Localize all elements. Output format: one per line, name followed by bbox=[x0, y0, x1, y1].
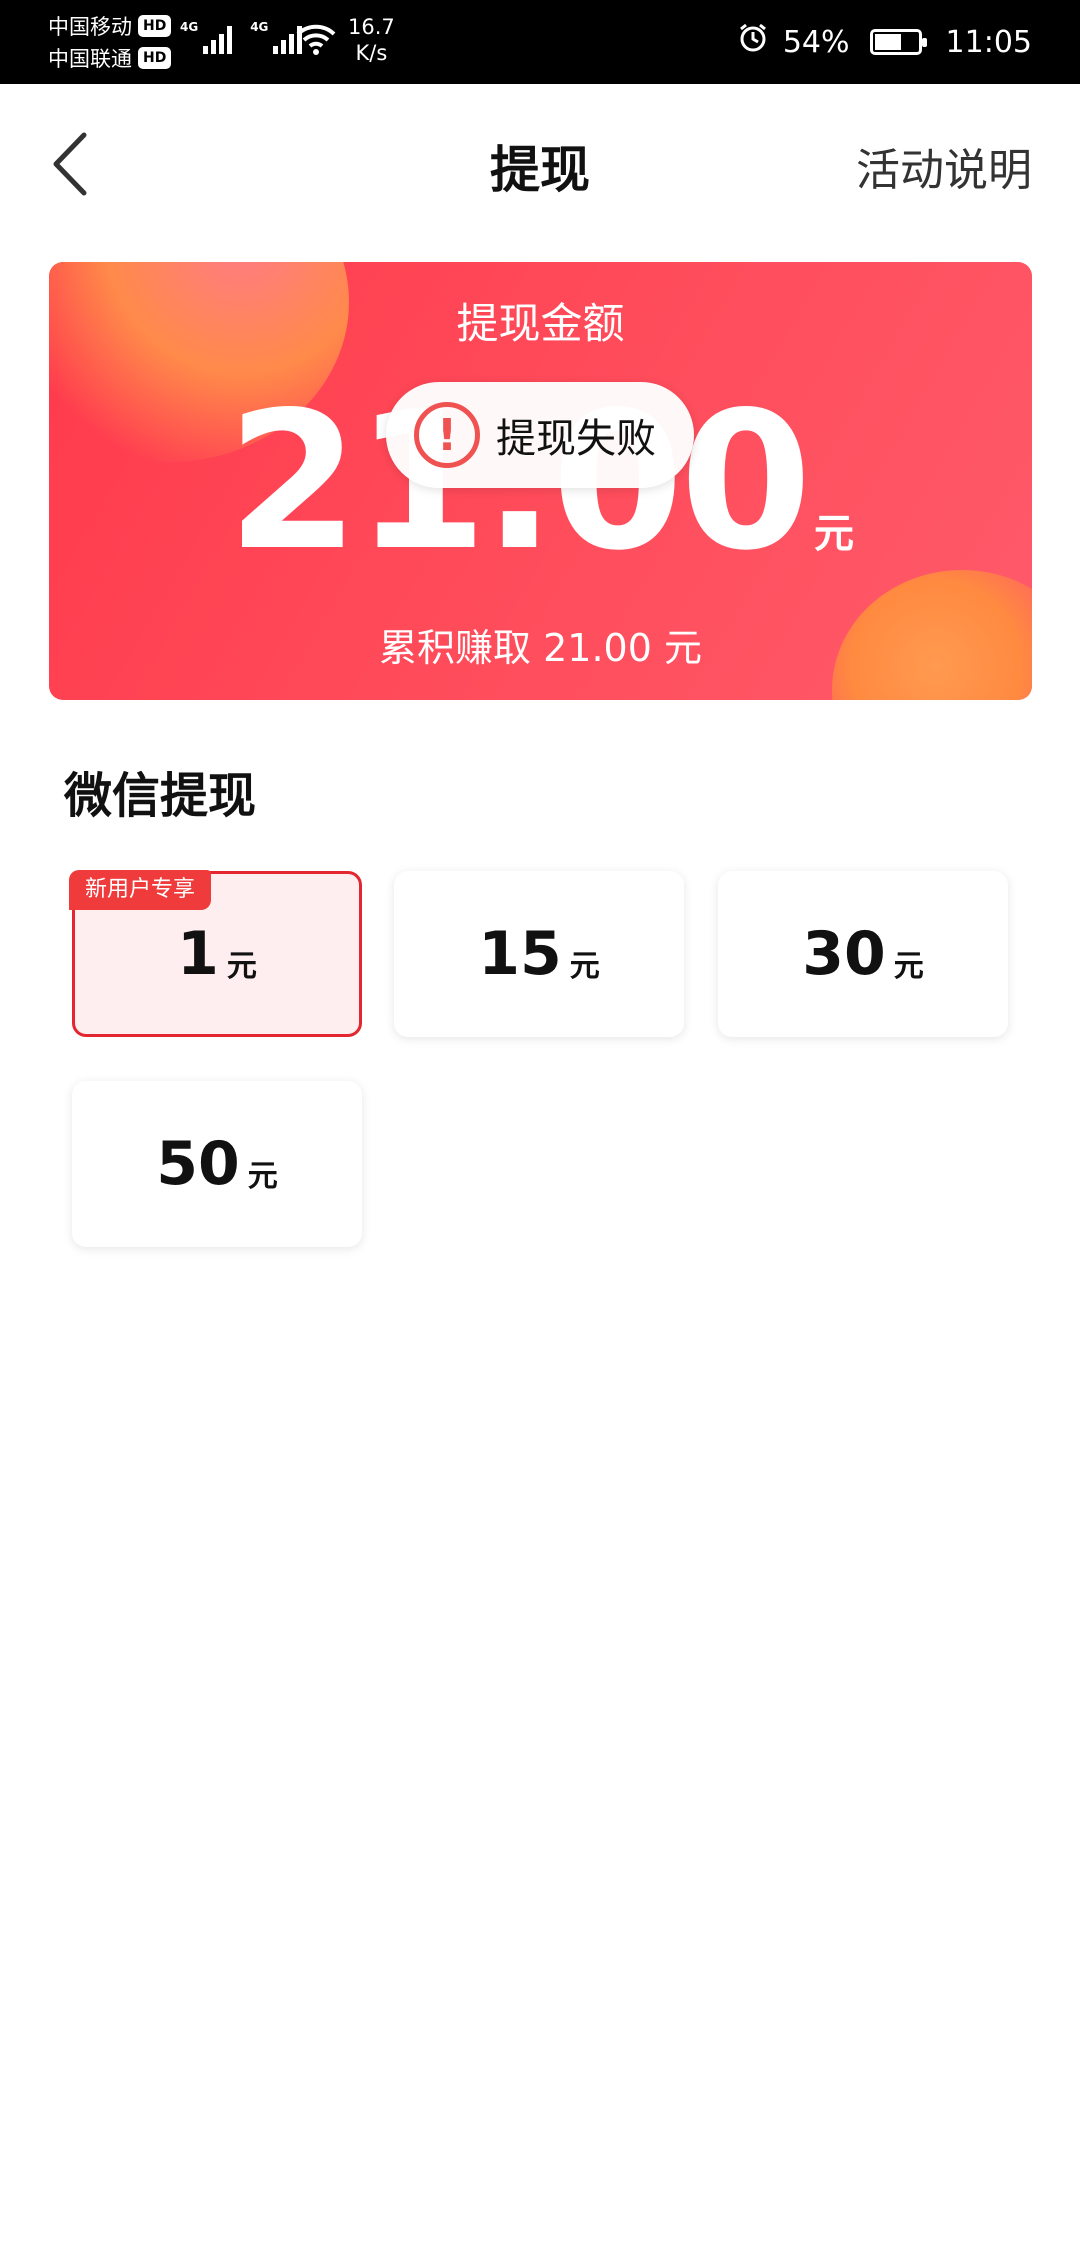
amount-option-30[interactable]: 30 元 bbox=[718, 871, 1008, 1037]
error-toast: ! 提现失败 bbox=[386, 382, 694, 488]
hd-badge: HD bbox=[138, 47, 172, 69]
amount-label: 提现金额 bbox=[456, 299, 625, 348]
amount-unit: 元 bbox=[814, 511, 854, 557]
option-value: 50 bbox=[156, 1129, 240, 1199]
clock: 11:05 bbox=[945, 24, 1032, 60]
wifi-icon bbox=[296, 22, 336, 60]
status-bar: 中国移动 HD 中国联通 HD 4G 4G 16.7 K/s 54% 11:05 bbox=[0, 0, 1080, 84]
activity-rules-link[interactable]: 活动说明 bbox=[856, 134, 1032, 198]
carrier-2: 中国联通 bbox=[48, 47, 132, 71]
carrier-1: 中国移动 bbox=[48, 15, 132, 39]
warning-icon: ! bbox=[414, 402, 480, 468]
signal-icons: 4G 4G bbox=[180, 20, 303, 54]
option-value: 1 bbox=[177, 919, 219, 989]
option-value: 30 bbox=[802, 919, 886, 989]
nav-header: 提现 活动说明 bbox=[0, 84, 1080, 244]
section-title: 微信提现 bbox=[64, 768, 257, 824]
alarm-icon bbox=[737, 22, 769, 62]
battery-icon bbox=[869, 29, 927, 55]
carrier-info: 中国移动 HD 中国联通 HD bbox=[48, 10, 172, 74]
hd-badge: HD bbox=[138, 15, 172, 37]
option-value: 15 bbox=[478, 919, 562, 989]
signal-icon: 4G bbox=[180, 20, 233, 54]
option-unit: 元 bbox=[247, 1159, 278, 1194]
option-unit: 元 bbox=[569, 949, 600, 984]
option-unit: 元 bbox=[226, 949, 257, 984]
network-speed: 16.7 K/s bbox=[348, 15, 395, 65]
amount-option-15[interactable]: 15 元 bbox=[394, 871, 684, 1037]
earned-total: 累积赚取 21.00 元 bbox=[379, 626, 702, 670]
amount-option-50[interactable]: 50 元 bbox=[72, 1081, 362, 1247]
signal-icon: 4G bbox=[250, 20, 303, 54]
new-user-tag: 新用户专享 bbox=[69, 870, 212, 910]
amount-option-1[interactable]: 新用户专享 1 元 bbox=[69, 870, 362, 1037]
option-unit: 元 bbox=[893, 949, 924, 984]
toast-message: 提现失败 bbox=[496, 416, 656, 462]
battery-percent: 54% bbox=[782, 24, 850, 60]
